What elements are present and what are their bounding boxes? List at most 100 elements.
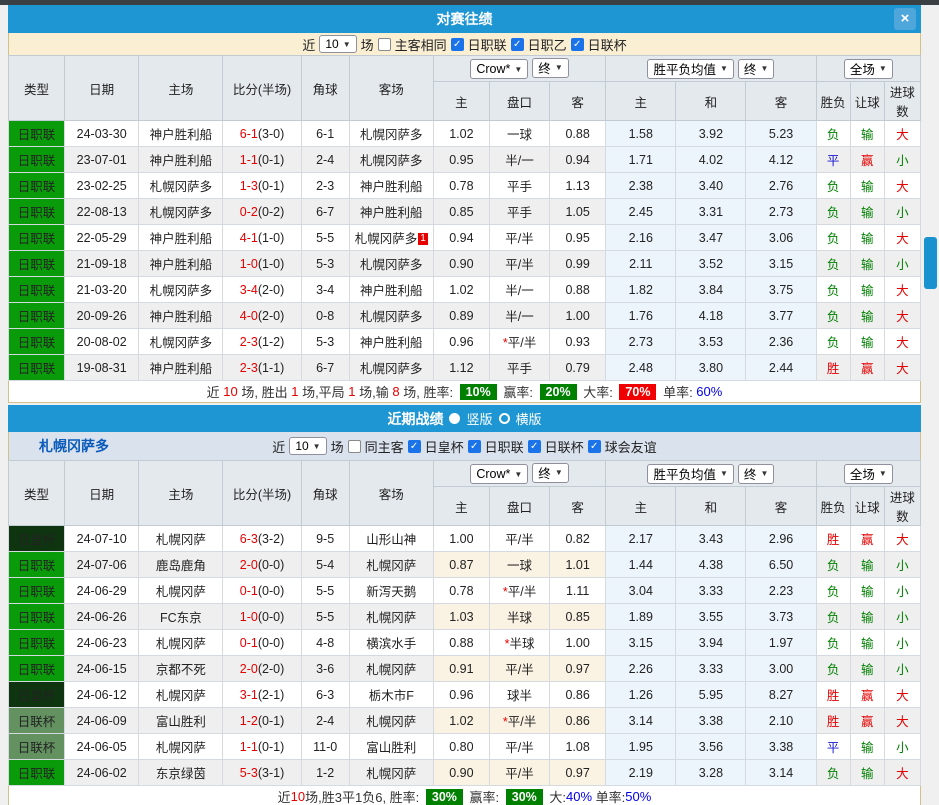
result-cell: 负: [816, 760, 850, 786]
checkbox-同主客[interactable]: [348, 440, 361, 453]
half-score: (2-0): [258, 309, 284, 323]
dropdown-胜平负均值[interactable]: 胜平负均值▼: [647, 464, 733, 484]
dropdown-label: 终: [538, 463, 551, 482]
result-cell: 胜: [816, 682, 850, 708]
match-date: 24-06-29: [65, 578, 139, 604]
avg-odds-home: 3.14: [606, 708, 676, 734]
dropdown-终[interactable]: 终▼: [738, 59, 774, 79]
away-team: 札幌冈萨多: [349, 355, 433, 381]
handicap-text: 平/半: [505, 258, 533, 272]
dropdown-终[interactable]: 终▼: [738, 464, 774, 484]
home-team: 京都不死: [139, 656, 223, 682]
full-score: 0-1: [240, 584, 258, 598]
handicap-line: 半/一: [489, 303, 549, 329]
vertical-layout-radio[interactable]: [449, 413, 460, 424]
home-team: 札幌冈萨多: [139, 173, 223, 199]
table-row: 日职联23-02-25札幌冈萨多1-3(0-1)2-3神户胜利船0.78平手1.…: [9, 173, 921, 199]
checkbox-label-日职乙[interactable]: 日职乙: [528, 35, 567, 54]
dropdown-10[interactable]: 10▼: [289, 437, 326, 455]
dropdown-终[interactable]: 终▼: [532, 58, 568, 78]
avg-odds-draw: 5.95: [676, 682, 746, 708]
avg-odds-home: 1.26: [606, 682, 676, 708]
checkbox-日职乙[interactable]: ✓: [511, 38, 524, 51]
col-header-比分(半场): 比分(半场): [223, 56, 301, 121]
checkbox-label-同主客[interactable]: 同主客: [365, 437, 404, 456]
h2h-titlebar: 对赛往绩 ×: [8, 5, 921, 33]
handicap-text: 平手: [507, 180, 532, 194]
home-team: 札幌冈萨: [139, 526, 223, 552]
table-row: 日职联24-06-23札幌冈萨0-1(0-0)4-8横滨水手0.88*半球1.0…: [9, 630, 921, 656]
vertical-layout-label[interactable]: 竖版: [466, 409, 492, 428]
match-date: 21-09-18: [65, 251, 139, 277]
checkbox-日联杯[interactable]: ✓: [528, 440, 541, 453]
home-team: 札幌冈萨: [139, 682, 223, 708]
score-cell: 2-0(0-0): [223, 552, 301, 578]
result-cell: 小: [884, 656, 920, 682]
table-row: 日职联21-03-20札幌冈萨多3-4(2-0)3-4神户胜利船1.02半/一0…: [9, 277, 921, 303]
sub-col-header-盘口: 盘口: [489, 487, 549, 526]
checkbox-label-日职联[interactable]: 日职联: [485, 437, 524, 456]
dropdown-Crow*[interactable]: Crow*▼: [470, 59, 528, 79]
handicap-odds-away: 1.05: [550, 199, 606, 225]
checkbox-label-日皇杯[interactable]: 日皇杯: [425, 437, 464, 456]
result-cell: 大: [884, 682, 920, 708]
result-cell: 胜: [816, 526, 850, 552]
checkbox-日联杯[interactable]: ✓: [571, 38, 584, 51]
away-team: 神户胜利船: [349, 199, 433, 225]
handicap-text: 平/半: [505, 741, 533, 755]
checkbox-日职联[interactable]: ✓: [468, 440, 481, 453]
away-team-name: 札幌冈萨多: [360, 258, 423, 272]
dropdown-胜平负均值[interactable]: 胜平负均值▼: [647, 59, 733, 79]
table-row: 日联杯24-06-05札幌冈萨1-1(0-1)11-0富山胜利0.80平/半1.…: [9, 734, 921, 760]
close-icon[interactable]: ×: [894, 8, 916, 30]
checkbox-label-主客相同[interactable]: 主客相同: [395, 35, 447, 54]
handicap-odds-home: 0.89: [433, 303, 489, 329]
dropdown-终[interactable]: 终▼: [532, 463, 568, 483]
dropdown-Crow*[interactable]: Crow*▼: [470, 464, 528, 484]
away-team-name: 新泻天鹅: [366, 585, 416, 599]
checkbox-球会友谊[interactable]: ✓: [588, 440, 601, 453]
dropdown-全场[interactable]: 全场▼: [844, 59, 893, 79]
horizontal-layout-radio[interactable]: [499, 413, 510, 424]
sub-col-header-胜负: 胜负: [816, 487, 850, 526]
score-cell: 6-1(3-0): [223, 121, 301, 147]
dropdown-10[interactable]: 10▼: [319, 35, 356, 53]
home-team: 鹿岛鹿角: [139, 552, 223, 578]
league-badge: 日皇杯: [9, 526, 65, 552]
side-float-button[interactable]: [924, 237, 937, 289]
handicap-line: 平/半: [489, 734, 549, 760]
home-team: 神户胜利船: [139, 147, 223, 173]
checkbox-日职联[interactable]: ✓: [451, 38, 464, 51]
league-badge: 日职联: [9, 604, 65, 630]
checkbox-label-日联杯[interactable]: 日联杯: [588, 35, 627, 54]
home-team: 神户胜利船: [139, 251, 223, 277]
full-score: 2-0: [240, 558, 258, 572]
checkbox-label-球会友谊[interactable]: 球会友谊: [605, 437, 657, 456]
table-row: 日职联19-08-31神户胜利船2-3(1-1)6-7札幌冈萨多1.12平手0.…: [9, 355, 921, 381]
dropdown-label: 10: [295, 439, 308, 453]
dropdown-全场[interactable]: 全场▼: [844, 464, 893, 484]
result-cell: 大: [884, 708, 920, 734]
col-header-比分(半场): 比分(半场): [223, 461, 301, 526]
handicap-odds-away: 0.97: [550, 760, 606, 786]
horizontal-layout-label[interactable]: 横版: [516, 409, 542, 428]
avg-odds-draw: 3.52: [676, 251, 746, 277]
rate-badge: 20%: [540, 384, 577, 400]
handicap-odds-home: 0.91: [433, 656, 489, 682]
avg-odds-draw: 3.33: [676, 656, 746, 682]
chevron-down-icon: ▼: [760, 469, 768, 478]
checkbox-主客相同[interactable]: [378, 38, 391, 51]
dropdown-label: 终: [744, 464, 757, 483]
checkbox-label-日联杯[interactable]: 日联杯: [545, 437, 584, 456]
odds-group-header-2: 全场▼: [816, 56, 920, 82]
handicap-odds-away: 1.11: [550, 578, 606, 604]
summary-text: 场,胜3平1负6, 胜率:: [305, 787, 423, 805]
avg-odds-draw: 3.43: [676, 526, 746, 552]
sub-col-header-主: 主: [606, 487, 676, 526]
checkbox-label-日职联[interactable]: 日职联: [468, 35, 507, 54]
handicap-text: 一球: [507, 559, 532, 573]
result-cell: 平: [816, 734, 850, 760]
result-cell: 胜: [816, 708, 850, 734]
checkbox-日皇杯[interactable]: ✓: [408, 440, 421, 453]
league-badge: 日职联: [9, 760, 65, 786]
